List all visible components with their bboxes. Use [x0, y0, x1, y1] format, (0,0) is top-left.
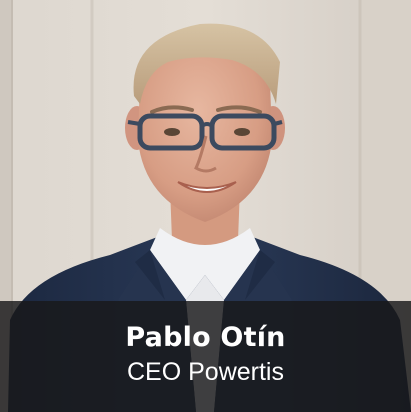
- person-name: Pablo Otín: [125, 321, 286, 353]
- profile-card: Pablo Otín CEO Powertis: [0, 0, 411, 412]
- person-role: CEO Powertis: [127, 357, 284, 386]
- caption-overlay: Pablo Otín CEO Powertis: [0, 301, 411, 412]
